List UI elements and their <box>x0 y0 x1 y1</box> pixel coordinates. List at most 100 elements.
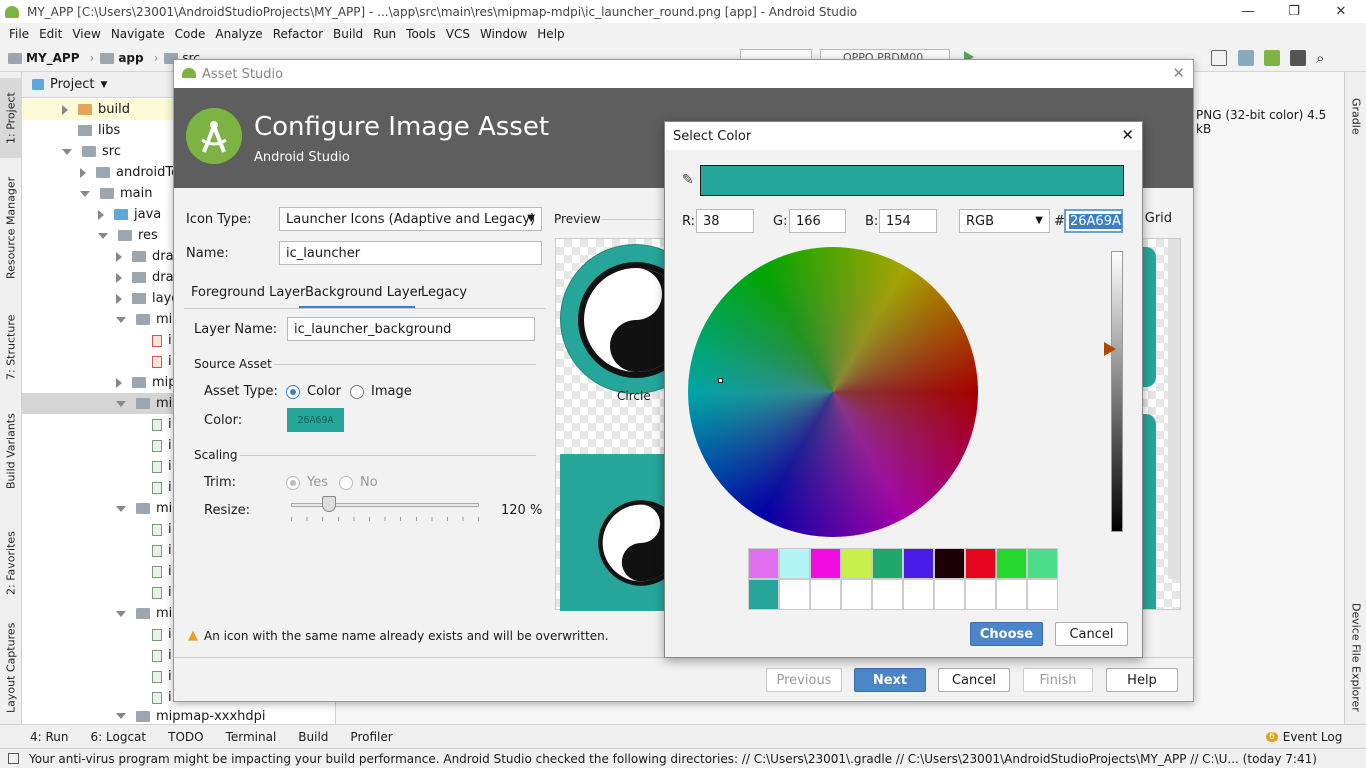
brightness-slider-pointer[interactable] <box>1104 342 1116 356</box>
tree-item-mipmap-anydpi[interactable]: mip <box>116 309 181 330</box>
color-swatch[interactable] <box>965 548 996 579</box>
color-swatch[interactable] <box>810 579 841 610</box>
trim-yes-radio[interactable]: Yes <box>286 475 328 490</box>
menu-analyze[interactable]: Analyze <box>210 27 267 41</box>
icon-type-select[interactable]: Launcher Icons (Adaptive and Legacy) ▼ <box>279 207 542 231</box>
tree-item-layout[interactable]: layo <box>116 288 179 309</box>
color-wheel[interactable] <box>688 247 978 537</box>
file-item[interactable]: i <box>152 687 172 708</box>
tree-item-mipmap-xhdpi[interactable]: mip <box>116 498 181 519</box>
hex-input[interactable]: 26A69A <box>1064 209 1123 233</box>
file-item[interactable]: i <box>152 624 172 645</box>
file-item[interactable]: i <box>152 330 172 351</box>
tree-item-mipmap-xxhdpi[interactable]: mip <box>116 603 181 624</box>
color-swatch[interactable] <box>996 579 1027 610</box>
close-icon[interactable]: ✕ <box>1121 126 1134 144</box>
color-swatch[interactable] <box>965 579 996 610</box>
tab-structure[interactable]: 7: Structure <box>0 306 22 388</box>
color-swatch-button[interactable]: 26A69A <box>287 408 344 432</box>
color-swatch[interactable] <box>841 579 872 610</box>
menu-code[interactable]: Code <box>170 27 211 41</box>
tree-item-res[interactable]: res <box>98 225 158 246</box>
status-toggle-icon[interactable] <box>8 753 19 764</box>
color-swatch[interactable] <box>903 579 934 610</box>
tab-layout-captures[interactable]: Layout Captures <box>0 618 22 718</box>
wheel-cursor[interactable] <box>718 378 723 383</box>
color-swatch[interactable] <box>748 548 779 579</box>
tab-foreground-layer[interactable]: Foreground Layer <box>191 285 305 300</box>
tab-todo[interactable]: TODO <box>168 730 203 744</box>
tree-item-main[interactable]: main <box>80 183 152 204</box>
file-item[interactable]: i <box>152 477 172 498</box>
tab-resource-manager[interactable]: Resource Manager <box>0 168 22 288</box>
breadcrumb-app[interactable]: app <box>100 51 144 65</box>
tree-item-mipmap-hdpi[interactable]: mip <box>116 372 177 393</box>
breadcrumb-project[interactable]: MY_APP <box>8 51 80 65</box>
menu-file[interactable]: File <box>4 27 34 41</box>
file-item[interactable]: i <box>152 456 172 477</box>
close-icon[interactable]: ✕ <box>1172 64 1185 82</box>
menu-view[interactable]: View <box>67 27 105 41</box>
asset-type-image-radio[interactable]: Image <box>350 384 412 399</box>
color-swatch[interactable] <box>872 548 903 579</box>
color-swatch[interactable] <box>810 548 841 579</box>
menu-navigate[interactable]: Navigate <box>106 27 170 41</box>
blue-input[interactable]: 154 <box>879 209 937 233</box>
color-swatch[interactable] <box>934 579 965 610</box>
asset-type-color-radio[interactable]: Color <box>286 384 341 399</box>
tree-item-androidtest[interactable]: androidTe <box>80 162 179 183</box>
resize-slider-track[interactable] <box>291 503 479 507</box>
cancel-color-button[interactable]: Cancel <box>1055 622 1128 646</box>
menu-help[interactable]: Help <box>532 27 569 41</box>
cancel-button[interactable]: Cancel <box>938 668 1010 692</box>
tab-terminal[interactable]: Terminal <box>226 730 277 744</box>
sync-gradle-icon[interactable] <box>1264 50 1280 66</box>
preview-scrollbar[interactable] <box>1168 239 1180 579</box>
tree-item-mipmap-xxxhdpi[interactable]: mipmap-xxxhdpi <box>116 708 266 724</box>
resize-slider-thumb[interactable] <box>321 496 336 512</box>
tree-item-src[interactable]: src <box>62 141 121 162</box>
tab-project[interactable]: 1: Project <box>0 78 22 158</box>
color-mode-select[interactable]: RGB ▼ <box>959 209 1050 233</box>
green-input[interactable]: 166 <box>789 209 846 233</box>
layer-name-input[interactable]: ic_launcher_background <box>287 317 535 341</box>
color-swatch[interactable] <box>779 548 810 579</box>
menu-vcs[interactable]: VCS <box>441 27 475 41</box>
color-swatch[interactable] <box>872 579 903 610</box>
file-item[interactable]: i <box>152 414 172 435</box>
tab-device-file-explorer[interactable]: Device File Explorer <box>1345 592 1366 722</box>
color-swatch[interactable] <box>1027 548 1058 579</box>
tab-build-variants[interactable]: Build Variants <box>0 406 22 496</box>
file-item[interactable]: i <box>152 540 172 561</box>
file-item[interactable]: i <box>152 519 172 540</box>
choose-button[interactable]: Choose <box>970 622 1043 646</box>
finish-button[interactable]: Finish <box>1023 668 1093 692</box>
name-input[interactable]: ic_launcher <box>279 241 542 265</box>
menu-refactor[interactable]: Refactor <box>268 27 328 41</box>
tree-item-java[interactable]: java <box>98 204 161 225</box>
next-button[interactable]: Next <box>854 668 926 692</box>
color-swatch[interactable] <box>748 579 779 610</box>
help-button[interactable]: Help <box>1106 668 1178 692</box>
red-input[interactable]: 38 <box>696 209 754 233</box>
file-item[interactable]: i <box>152 561 172 582</box>
file-item[interactable]: i <box>152 582 172 603</box>
brightness-slider[interactable] <box>1111 251 1123 532</box>
trim-no-radio[interactable]: No <box>339 475 378 490</box>
color-swatch[interactable] <box>903 548 934 579</box>
device-manager-icon[interactable] <box>1290 50 1306 66</box>
restore-button[interactable]: ❐ <box>1271 0 1317 23</box>
tree-item-libs[interactable]: libs <box>78 120 120 141</box>
color-swatch[interactable] <box>934 548 965 579</box>
menu-run[interactable]: Run <box>368 27 401 41</box>
file-item[interactable]: i <box>152 666 172 687</box>
tab-build[interactable]: Build <box>298 730 328 744</box>
tab-background-layer[interactable]: Background Layer <box>305 285 423 300</box>
file-item[interactable]: i <box>152 645 172 666</box>
color-swatch[interactable] <box>1027 579 1058 610</box>
search-icon[interactable]: ⌕ <box>1316 49 1324 67</box>
minimize-button[interactable]: — <box>1225 0 1271 23</box>
tab-run[interactable]: 4: Run <box>30 730 69 744</box>
tab-favorites[interactable]: 2: Favorites <box>0 518 22 608</box>
file-item[interactable]: i <box>152 351 172 372</box>
